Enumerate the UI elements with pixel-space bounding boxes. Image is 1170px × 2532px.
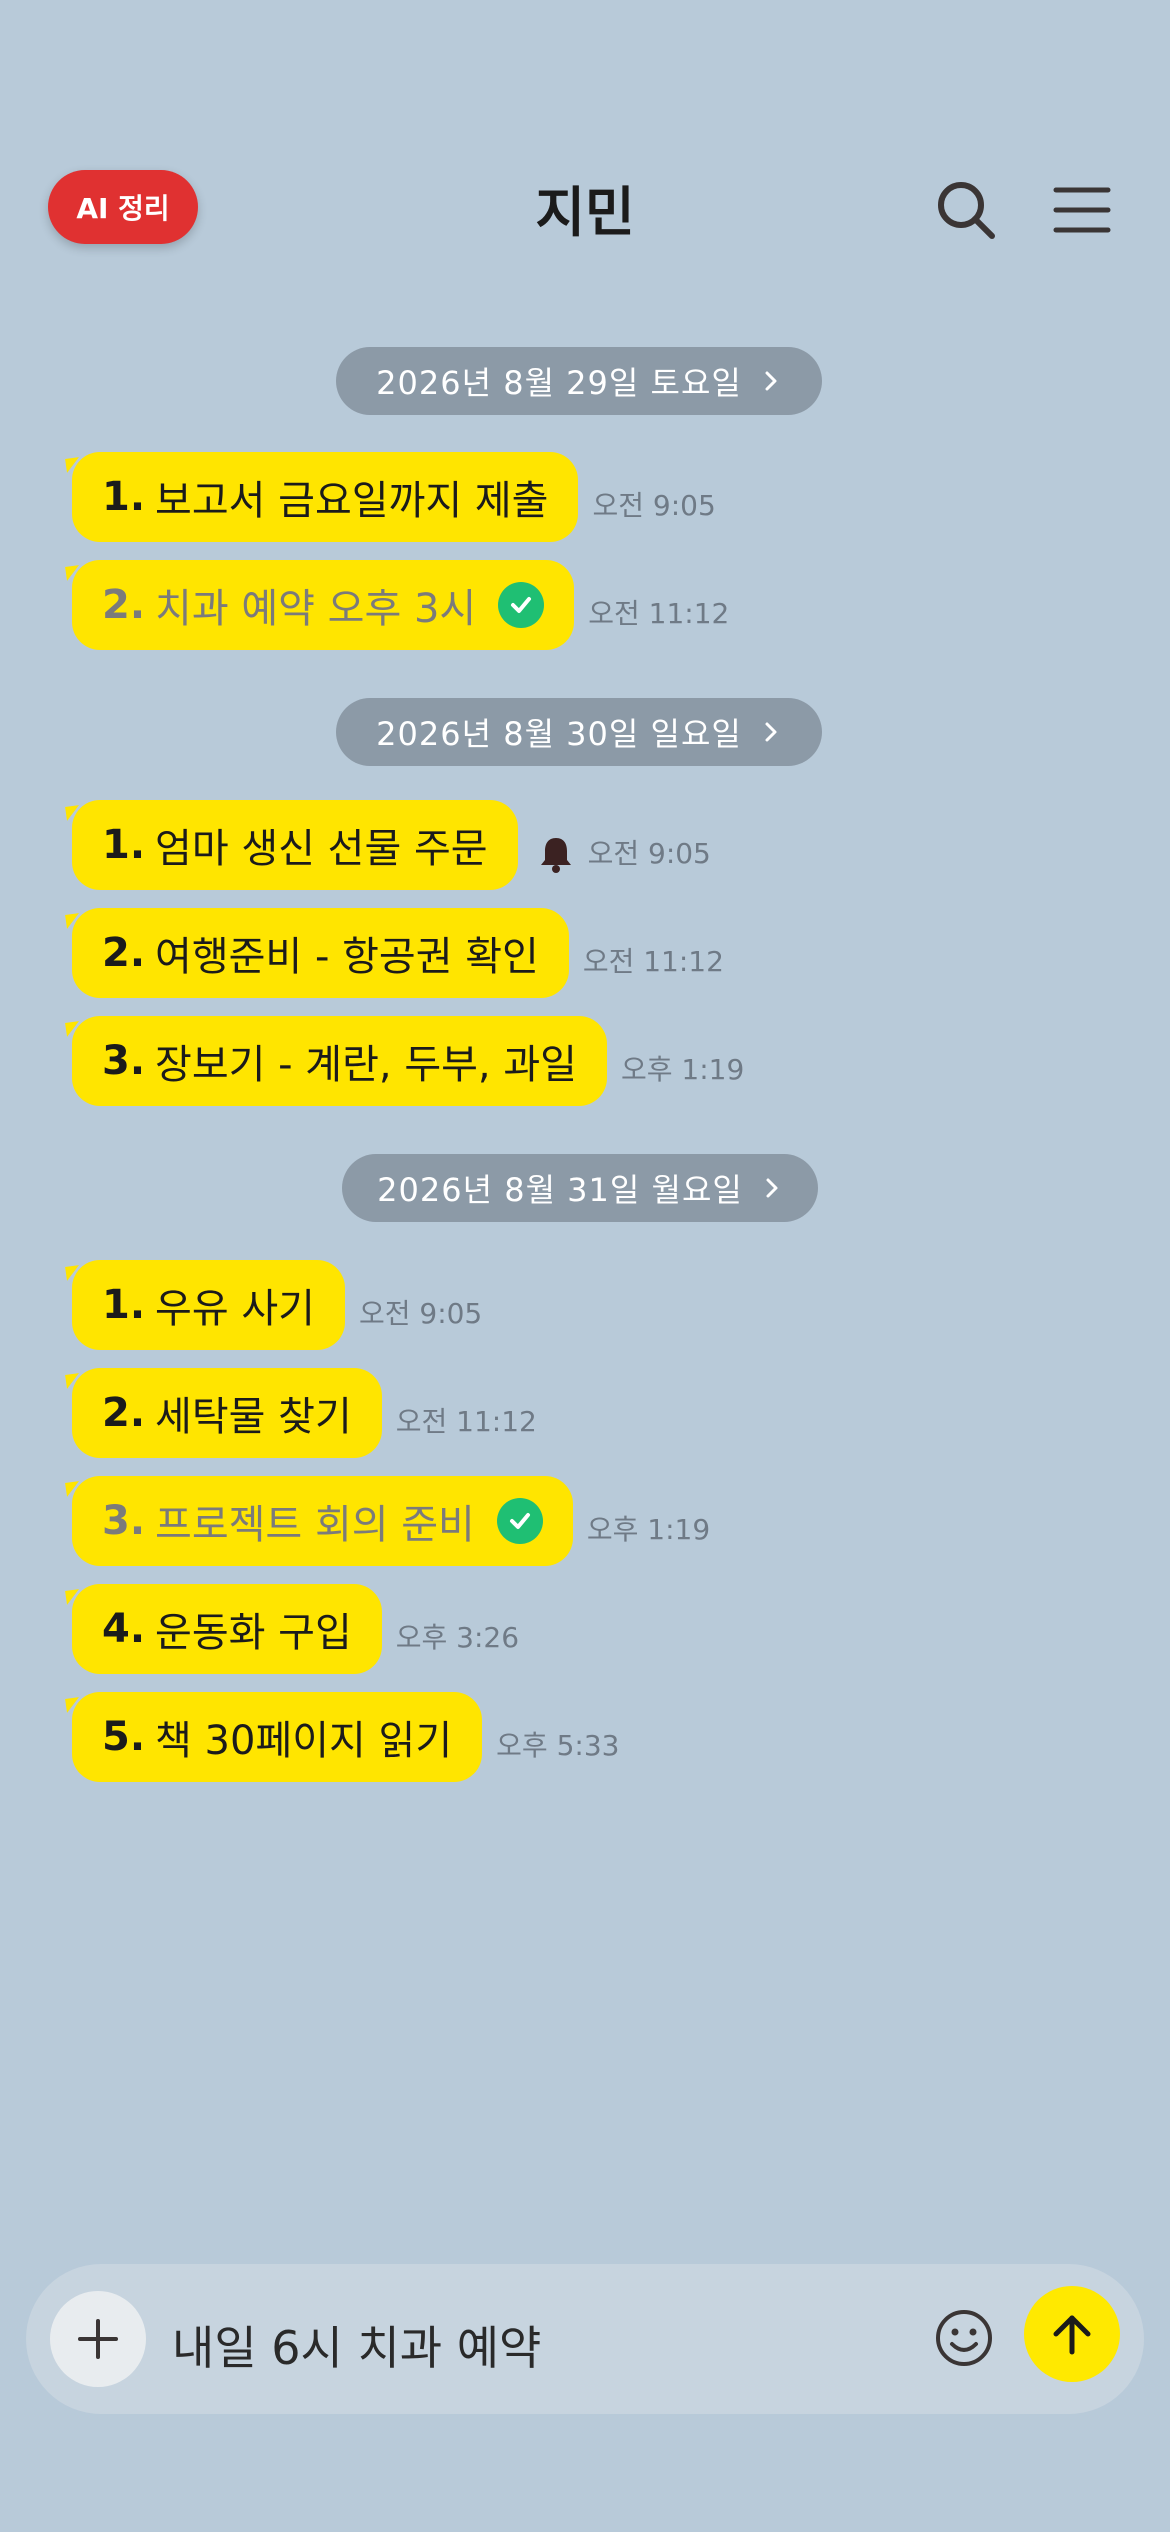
todo-bubble[interactable]: 2. 여행준비 - 항공권 확인: [72, 908, 569, 998]
todo-text: 보고서 금요일까지 제출: [155, 478, 549, 524]
date-separator[interactable]: 2026년 8월 30일 일요일: [336, 698, 822, 766]
date-label: 2026년 8월 31일 월요일: [377, 1171, 743, 1209]
bell-icon: [540, 838, 571, 873]
chevron-right-icon: [766, 1178, 778, 1198]
chat-header: AI 정리 지민: [0, 150, 1170, 260]
list-item: 5. 책 30페이지 읽기 오후 5:33: [72, 1692, 619, 1782]
todo-number: 5.: [102, 1714, 146, 1760]
todo-bubble[interactable]: 1. 우유 사기: [72, 1260, 345, 1350]
list-item: 1. 보고서 금요일까지 제출 오전 9:05: [72, 452, 716, 542]
list-item: 4. 운동화 구입 오후 3:26: [72, 1584, 519, 1674]
date-label: 2026년 8월 29일 토요일: [376, 364, 742, 402]
arrow-up-icon: [1053, 2315, 1091, 2355]
date-separator[interactable]: 2026년 8월 29일 토요일: [336, 347, 822, 415]
check-icon: [496, 1498, 543, 1544]
message-time: 오전 9:05: [587, 837, 711, 870]
list-item: 2. 세탁물 찾기 오전 11:12: [72, 1368, 537, 1458]
date-separator[interactable]: 2026년 8월 31일 월요일: [342, 1154, 818, 1222]
todo-bubble[interactable]: 1. 보고서 금요일까지 제출: [72, 452, 579, 542]
chevron-right-icon: [765, 371, 777, 391]
list-item: 1. 엄마 생신 선물 주문 오전 9:05: [72, 800, 711, 890]
chevron-right-icon: [765, 722, 777, 742]
todo-number: 2.: [102, 582, 146, 628]
todo-bubble[interactable]: 1. 엄마 생신 선물 주문: [72, 800, 518, 890]
message-time: 오전 9:05: [358, 1297, 483, 1330]
todo-text: 엄마 생신 선물 주문: [155, 826, 488, 872]
add-attachment-button[interactable]: [50, 2291, 146, 2387]
message-time: 오후 1:19: [586, 1513, 711, 1546]
check-icon: [498, 582, 545, 628]
message-time: 오후 5:33: [496, 1729, 620, 1762]
send-button[interactable]: [1024, 2286, 1120, 2382]
list-item: 2. 여행준비 - 항공권 확인 오전 11:12: [72, 908, 724, 998]
date-label: 2026년 8월 30일 일요일: [376, 715, 742, 753]
todo-text: 프로젝트 회의 준비: [155, 1502, 475, 1548]
todo-number: 2.: [102, 930, 146, 976]
todo-bubble[interactable]: 4. 운동화 구입: [72, 1584, 382, 1674]
todo-text: 치과 예약 오후 3시: [155, 586, 477, 632]
list-item: 2. 치과 예약 오후 3시 오전 11:12: [72, 560, 729, 650]
message-time: 오전 9:05: [592, 489, 716, 522]
todo-number: 3.: [102, 1038, 146, 1084]
todo-number: 3.: [102, 1498, 146, 1544]
search-icon[interactable]: [934, 178, 998, 242]
todo-number: 1.: [102, 822, 146, 868]
todo-text: 운동화 구입: [155, 1610, 352, 1656]
todo-text: 여행준비 - 항공권 확인: [155, 934, 539, 980]
todo-bubble[interactable]: 3. 장보기 - 계란, 두부, 과일: [72, 1016, 607, 1106]
todo-number: 4.: [102, 1606, 146, 1652]
todo-text: 책 30페이지 읽기: [155, 1718, 453, 1764]
list-item: 3. 프로젝트 회의 준비 오후 1:19: [72, 1476, 710, 1566]
message-time: 오후 3:26: [395, 1621, 520, 1654]
list-item: 3. 장보기 - 계란, 두부, 과일 오후 1:19: [72, 1016, 744, 1106]
message-time: 오후 1:19: [620, 1053, 745, 1086]
message-time: 오전 11:12: [582, 945, 724, 978]
todo-number: 1.: [102, 1282, 146, 1328]
todo-bubble[interactable]: 3. 프로젝트 회의 준비: [72, 1476, 573, 1566]
message-composer: 내일 6시 치과 예약: [26, 2264, 1144, 2414]
todo-number: 2.: [102, 1390, 146, 1436]
message-time: 오전 11:12: [395, 1405, 537, 1438]
todo-text: 우유 사기: [155, 1286, 315, 1332]
todo-text: 장보기 - 계란, 두부, 과일: [155, 1042, 577, 1088]
message-input[interactable]: 내일 6시 치과 예약: [172, 2312, 541, 2378]
todo-number: 1.: [102, 474, 146, 520]
list-item: 1. 우유 사기 오전 9:05: [72, 1260, 482, 1350]
message-time: 오전 11:12: [588, 597, 730, 630]
todo-text: 세탁물 찾기: [155, 1394, 352, 1440]
plus-icon: [78, 2319, 118, 2359]
todo-bubble[interactable]: 5. 책 30페이지 읽기: [72, 1692, 483, 1782]
emoji-icon[interactable]: [932, 2306, 996, 2370]
menu-icon[interactable]: [1050, 178, 1114, 242]
todo-bubble[interactable]: 2. 세탁물 찾기: [72, 1368, 382, 1458]
todo-bubble[interactable]: 2. 치과 예약 오후 3시: [72, 560, 575, 650]
